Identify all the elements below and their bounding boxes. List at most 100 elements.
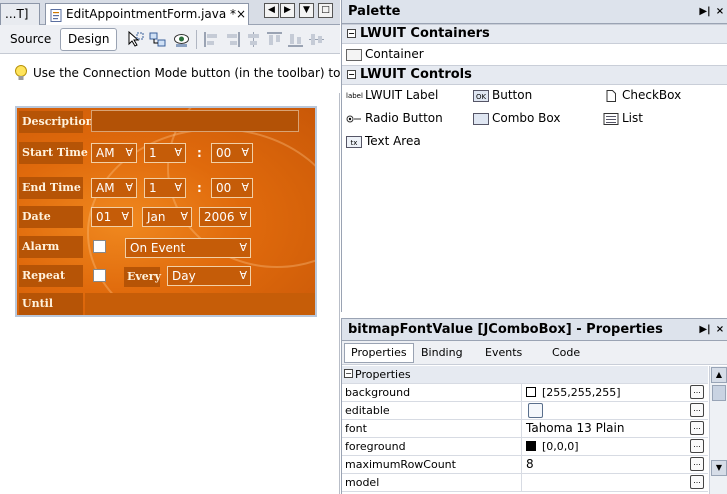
form-designer: Description Start Time AM ∀ 1 ∀ : 00 ∀ End …: [0, 93, 340, 494]
property-name: foreground: [344, 438, 522, 455]
property-name: font: [344, 420, 522, 437]
pin-icon[interactable]: ▶|: [699, 6, 711, 18]
until-field[interactable]: [85, 293, 315, 315]
palette-category-controls[interactable]: − LWUIT Controls: [342, 65, 727, 85]
collapse-icon[interactable]: −: [347, 70, 356, 79]
start-hour-combo[interactable]: 1 ∀: [144, 143, 186, 163]
property-name: background: [344, 384, 522, 401]
alarm-checkbox[interactable]: [93, 240, 106, 253]
palette-item-button[interactable]: OK Button: [473, 86, 532, 104]
tab-label: Properties: [351, 346, 407, 359]
align-left-icon[interactable]: [203, 31, 220, 48]
palette-item-container[interactable]: Container: [346, 45, 424, 63]
editor-tab-label: EditAppointmentForm.java *: [66, 7, 237, 21]
align-middle-icon[interactable]: [308, 31, 325, 48]
start-minute-value: 00: [216, 146, 232, 160]
tab-events[interactable]: Events: [478, 343, 529, 363]
source-button[interactable]: Source: [2, 28, 59, 51]
palette-item-combo-box[interactable]: Combo Box: [473, 109, 561, 127]
palette-item-label: CheckBox: [622, 88, 682, 102]
close-icon[interactable]: ×: [236, 4, 246, 24]
maximize-button[interactable]: □: [318, 3, 333, 18]
scroll-thumb[interactable]: [712, 385, 726, 401]
design-button[interactable]: Design: [60, 28, 118, 51]
property-value-text[interactable]: Tahoma 13 Plain: [526, 420, 624, 437]
property-value-text[interactable]: 8: [526, 456, 534, 473]
color-swatch: [526, 441, 536, 451]
end-hour-combo[interactable]: 1 ∀: [144, 178, 186, 198]
collapse-icon[interactable]: −: [344, 369, 353, 378]
palette-item-checkbox[interactable]: CheckBox: [603, 86, 681, 104]
property-row-background[interactable]: background [255,255,255] ...: [342, 384, 708, 402]
tab-properties[interactable]: Properties: [344, 343, 414, 363]
ellipsis-button[interactable]: ...: [690, 439, 704, 453]
property-value[interactable]: [255,255,255]: [526, 384, 621, 401]
align-center-icon[interactable]: [245, 31, 262, 48]
radio-button-icon: [346, 113, 362, 125]
property-row-foreground[interactable]: foreground [0,0,0] ...: [342, 438, 708, 456]
ellipsis-button[interactable]: ...: [690, 421, 704, 435]
selection-mode-icon[interactable]: [127, 30, 144, 48]
editor-tab-truncated[interactable]: ...T]: [0, 3, 40, 25]
property-row-editable[interactable]: editable ...: [342, 402, 708, 420]
alarm-combo[interactable]: On Event ∀: [125, 238, 251, 258]
end-ampm-combo[interactable]: AM ∀: [91, 178, 137, 198]
properties-scrollbar[interactable]: ▲ ▼: [709, 366, 727, 494]
property-row-font[interactable]: font Tahoma 13 Plain ...: [342, 420, 708, 438]
date-day-combo[interactable]: 01 ∀: [91, 207, 133, 227]
align-top-icon[interactable]: [266, 31, 283, 48]
ellipsis-button[interactable]: ...: [690, 475, 704, 489]
property-section[interactable]: − Properties: [342, 366, 708, 384]
ellipsis-button[interactable]: ...: [690, 457, 704, 471]
date-year-combo[interactable]: 2006 ∀: [199, 207, 251, 227]
tab-prev-button[interactable]: ◀: [264, 3, 279, 18]
container-icon: [346, 48, 362, 61]
palette-item-lwuit-label[interactable]: label LWUIT Label: [346, 86, 438, 104]
repeat-checkbox[interactable]: [93, 269, 106, 282]
scroll-up-button[interactable]: ▲: [711, 367, 727, 383]
palette-item-label: Radio Button: [365, 111, 443, 125]
form-canvas[interactable]: Description Start Time AM ∀ 1 ∀ : 00 ∀ End …: [15, 106, 317, 317]
property-value-text: [0,0,0]: [542, 440, 579, 453]
dropdown-arrow-icon: ∀: [239, 269, 247, 282]
property-row-model[interactable]: model ...: [342, 474, 708, 492]
palette-item-label: Container: [365, 47, 424, 61]
pin-icon[interactable]: ▶|: [699, 324, 711, 336]
close-icon[interactable]: ×: [714, 6, 726, 18]
end-minute-combo[interactable]: 00 ∀: [211, 178, 253, 198]
tab-next-button[interactable]: ▶: [280, 3, 295, 18]
start-ampm-value: AM: [96, 146, 115, 160]
editor-tab-editappointmentform[interactable]: EditAppointmentForm.java * ×: [45, 3, 249, 26]
end-time-label: End Time: [19, 177, 83, 199]
start-minute-combo[interactable]: 00 ∀: [211, 143, 253, 163]
align-bottom-icon[interactable]: [287, 31, 304, 48]
properties-title: bitmapFontValue [JComboBox] - Properties: [348, 322, 663, 337]
palette-category-containers[interactable]: − LWUIT Containers: [342, 24, 727, 44]
description-field[interactable]: [91, 110, 299, 132]
connection-mode-icon[interactable]: [149, 31, 166, 48]
palette-item-list[interactable]: List: [603, 109, 643, 127]
button-icon: OK: [473, 89, 489, 102]
ellipsis-button[interactable]: ...: [690, 403, 704, 417]
tab-list-button[interactable]: ▼: [299, 3, 314, 18]
palette-item-radio-button[interactable]: Radio Button: [346, 109, 443, 127]
preview-design-icon[interactable]: [173, 31, 190, 48]
scroll-down-button[interactable]: ▼: [711, 460, 727, 476]
palette-item-text-area[interactable]: tx Text Area: [346, 132, 421, 150]
property-name: editable: [344, 402, 522, 419]
chevron-down-icon: ▼: [303, 5, 310, 15]
palette-item-label: Button: [492, 88, 533, 102]
tab-binding[interactable]: Binding: [414, 343, 470, 363]
property-row-maximumrowcount[interactable]: maximumRowCount 8 ...: [342, 456, 708, 474]
editable-checkbox[interactable]: [528, 403, 543, 418]
align-right-icon[interactable]: [224, 31, 241, 48]
repeat-combo[interactable]: Day ∀: [167, 266, 251, 286]
ellipsis-button[interactable]: ...: [690, 385, 704, 399]
start-ampm-combo[interactable]: AM ∀: [91, 143, 137, 163]
date-month-combo[interactable]: Jan ∀: [142, 207, 192, 227]
tab-code[interactable]: Code: [545, 343, 587, 363]
collapse-icon[interactable]: −: [347, 29, 356, 38]
property-value[interactable]: [0,0,0]: [526, 438, 579, 455]
chevron-up-icon: ▲: [715, 370, 723, 379]
close-icon[interactable]: ×: [714, 324, 726, 336]
